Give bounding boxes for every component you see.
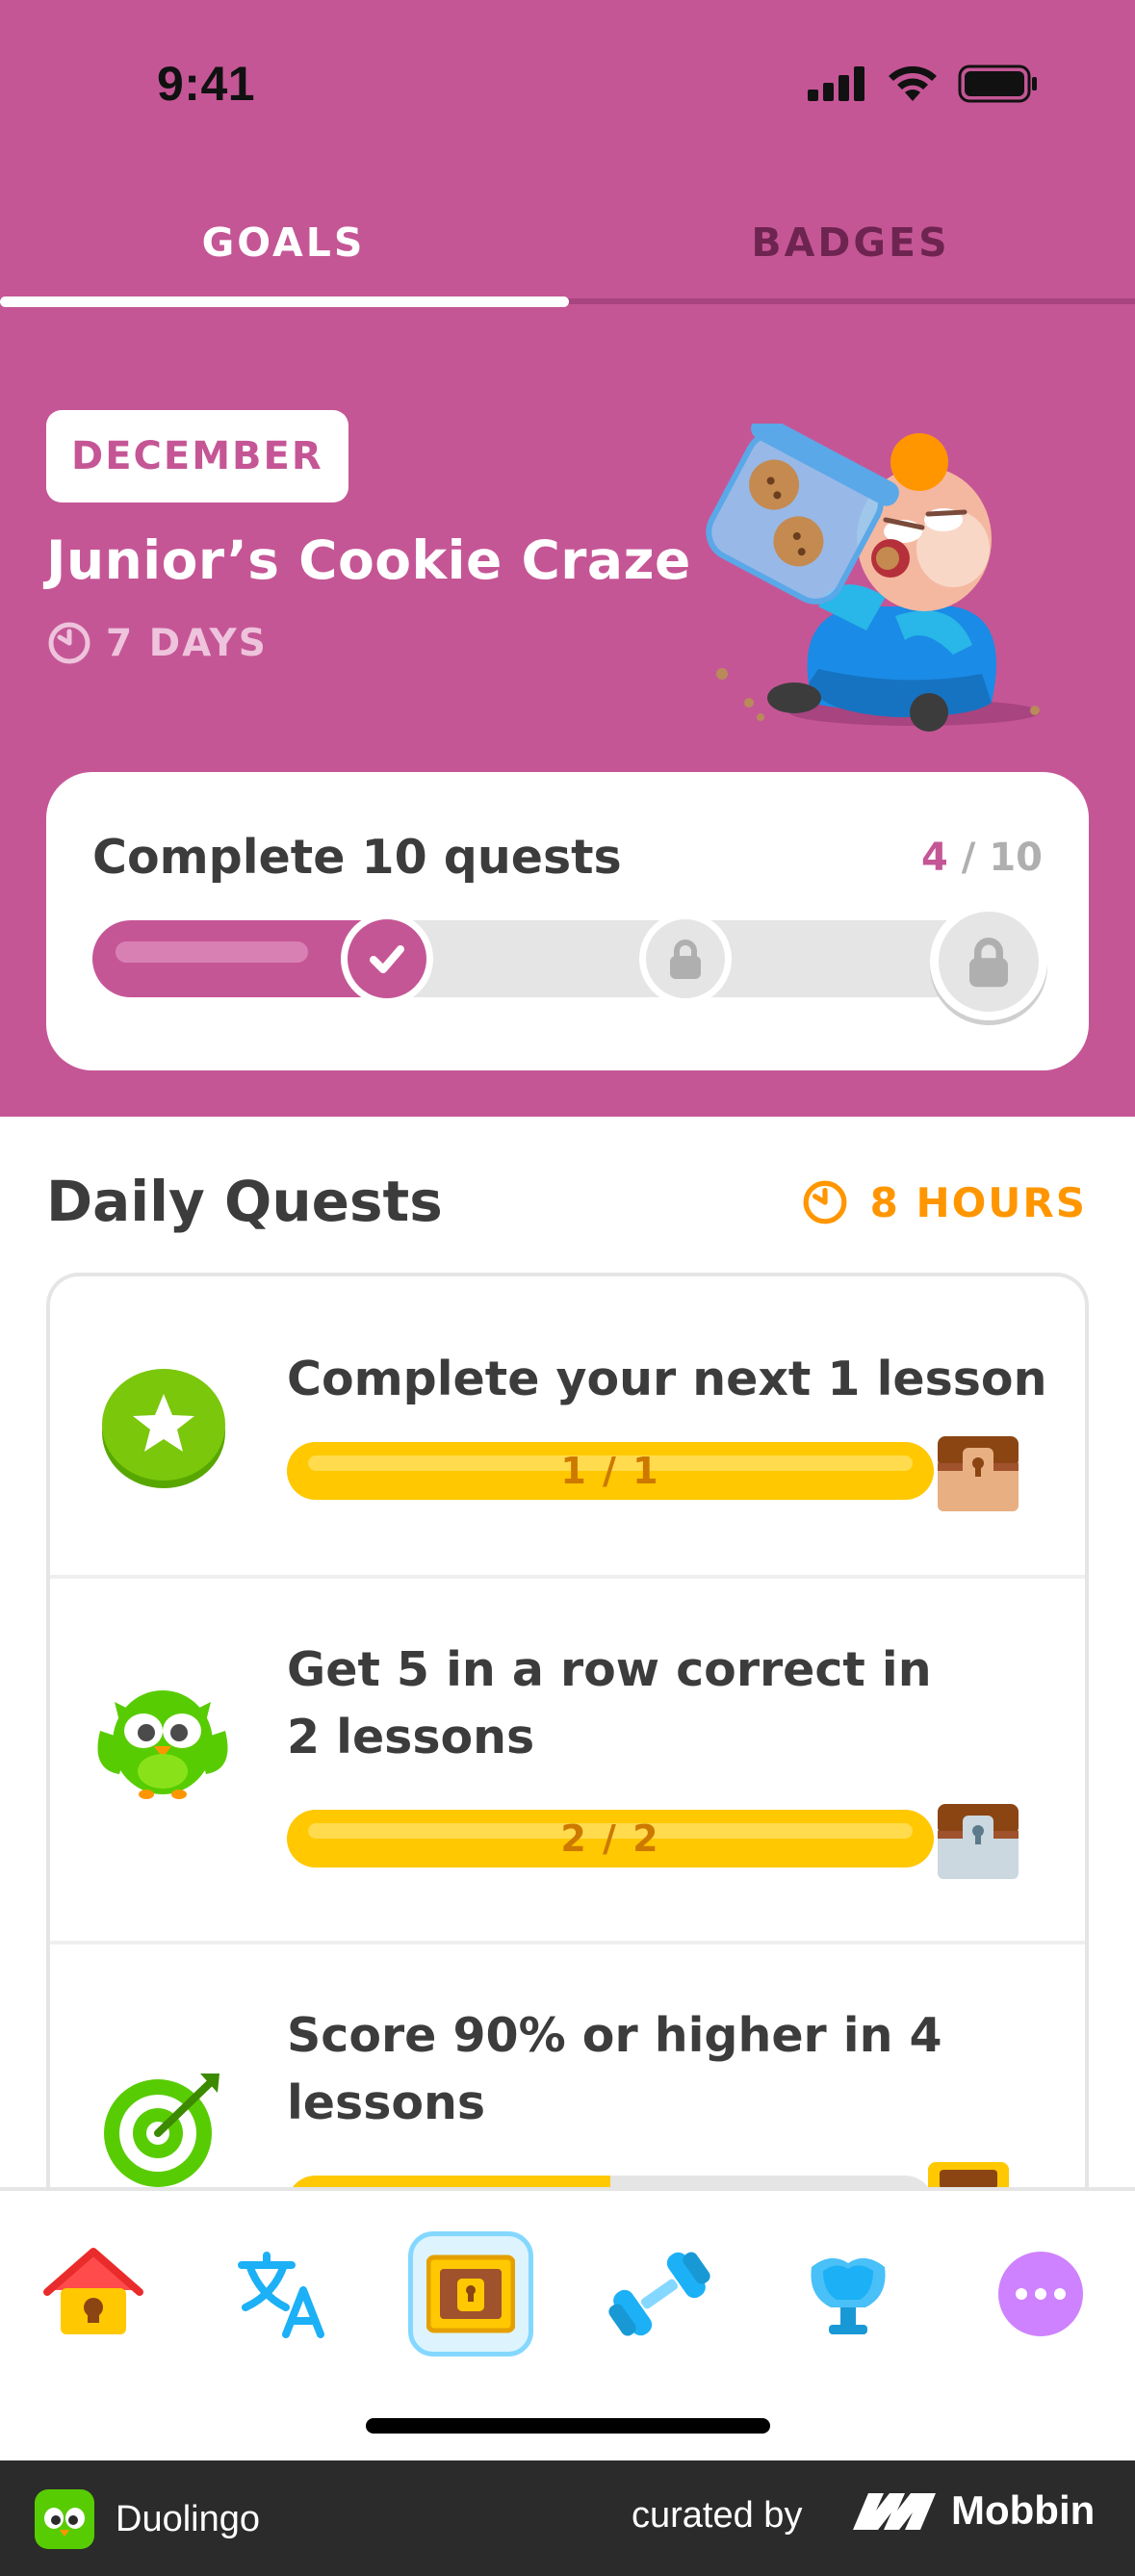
timer-icon [803,1180,846,1224]
duolingo-logo-icon [35,2489,94,2549]
goal-label: Complete 10 quests [92,830,622,885]
more-icon [998,2252,1083,2336]
nav-home[interactable] [31,2231,156,2357]
month-badge: DECEMBER [46,410,348,502]
monthly-challenge-header: 9:41 GOALS BADGES DECEMBER Junior’s Cook… [0,0,1135,1117]
quest-list: Complete your next 1 lesson 1 / 1 Get 5 … [46,1273,1089,2197]
goal-progress-bar [92,903,1047,1020]
dumbbell-icon [608,2252,710,2336]
target-icon [104,2074,219,2187]
star-icon [102,1369,225,1488]
challenge-title: Junior’s Cookie Craze [46,529,691,591]
signal-icon [808,66,864,101]
cookie-character-illustration [706,424,1040,732]
treasure-chest-icon [938,1804,1019,1879]
lock-icon [969,938,1008,988]
footer-app-name: Duolingo [116,2498,260,2539]
quest-progress-text: 1 / 1 [560,1450,660,1492]
quest-label: Complete your next 1 lesson [287,1352,1047,1406]
daily-quests-title: Daily Quests [46,1169,443,1234]
milestone-completed [341,913,433,1005]
status-icons [808,62,1039,106]
treasure-chest-icon [426,2254,515,2333]
nav-leaderboard[interactable] [786,2231,911,2357]
timer-icon [48,622,90,664]
footer-app: Duolingo [35,2489,260,2549]
quest-item[interactable]: Score 90% or higher in 4 lessons 2 / 4 [50,1945,1085,2197]
quest-label: Score 90% or higher in 4 lessons [287,2008,942,2130]
footer-bar: Duolingo curated by Mobbin [0,2460,1135,2576]
milestone-final-locked [930,903,1047,1020]
status-time: 9:41 [157,57,256,111]
challenge-timer: 7 DAYS [46,620,268,666]
tab-bar: GOALS BADGES [0,193,1135,308]
footer-curated-by: curated by [632,2495,803,2536]
tab-badges[interactable]: BADGES [567,219,1134,266]
footer-brand: Mobbin [851,2487,1095,2534]
quest-item[interactable]: Get 5 in a row correct in 2 lessons 2 / … [50,1579,1085,1941]
quest-progress-bar: 1 / 1 [287,1442,934,1500]
goal-progress-total: / 10 [961,836,1043,880]
tab-active-indicator [0,296,569,307]
challenge-time-left: 7 DAYS [106,621,268,665]
check-icon [370,945,404,973]
owl-icon [97,1690,228,1799]
goal-progress-shine [116,941,308,963]
goal-progress-current: 4 [921,836,948,880]
battery-icon [958,64,1037,103]
treasure-chest-icon [938,1436,1019,1511]
house-icon [43,2248,143,2334]
monthly-goal-card[interactable]: Complete 10 quests 4 / 10 [46,772,1089,1070]
tab-goals[interactable]: GOALS [0,219,567,266]
daily-quests-time-left: 8 HOURS [869,1178,1087,1226]
quest-label: Get 5 in a row correct in 2 lessons [287,1642,932,1765]
lock-icon [670,940,701,979]
quest-item[interactable]: Complete your next 1 lesson 1 / 1 [50,1276,1085,1575]
footer-brand-name: Mobbin [951,2487,1096,2533]
nav-practice[interactable] [597,2231,722,2357]
quest-progress-text: 2 / 2 [560,1817,660,1860]
translate-icon [238,2252,324,2338]
nav-more[interactable] [978,2231,1103,2357]
shield-trophy-icon [811,2257,886,2334]
mobbin-logo-icon [853,2493,936,2530]
home-indicator [366,2418,770,2434]
nav-quests[interactable] [408,2231,533,2357]
wifi-icon [889,65,937,101]
goal-progress-count: 4 / 10 [921,836,1043,880]
quest-progress-bar: 2 / 2 [287,1810,934,1868]
nav-translate[interactable] [219,2231,345,2357]
milestone-locked [639,913,732,1005]
daily-quests-timer: 8 HOURS [801,1178,1087,1226]
